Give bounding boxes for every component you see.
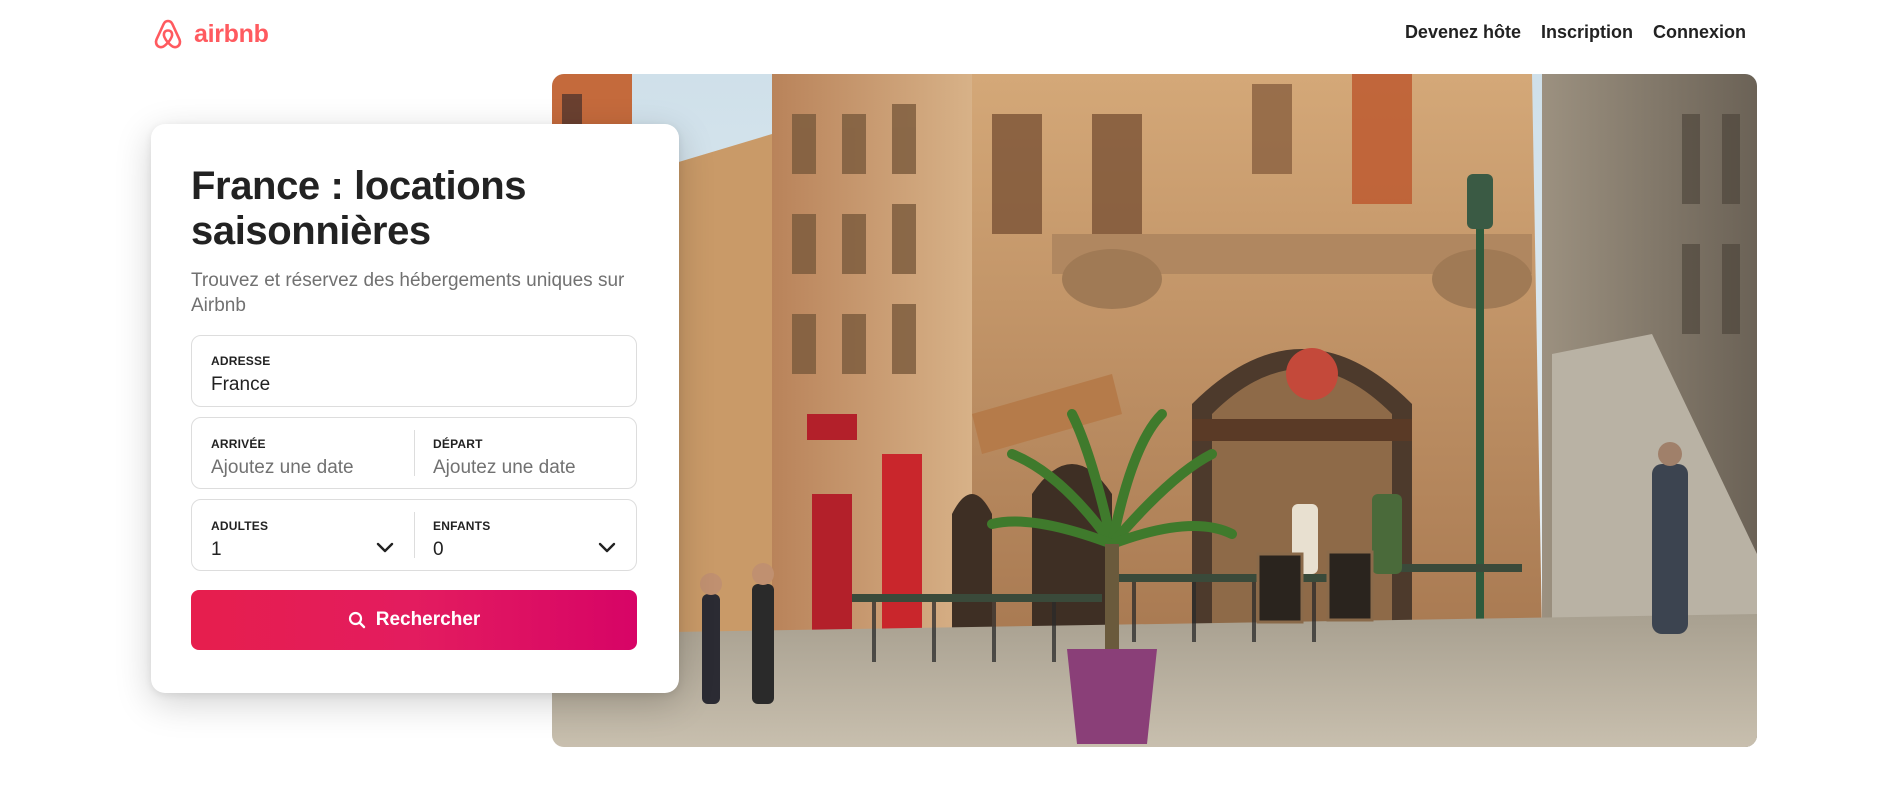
children-select[interactable]: ENFANTS 0 (414, 500, 636, 570)
search-button[interactable]: Rechercher (191, 590, 637, 650)
checkout-input[interactable]: Ajoutez une date (433, 457, 636, 479)
chevron-down-icon (376, 542, 394, 553)
address-label: ADRESSE (211, 354, 271, 368)
site-header: airbnb Devenez hôte Inscription Connexio… (0, 0, 1896, 68)
search-icon (348, 611, 365, 629)
checkout-field[interactable]: DÉPART Ajoutez une date (414, 418, 636, 488)
nav-become-host[interactable]: Devenez hôte (1405, 20, 1521, 45)
airbnb-icon (154, 19, 182, 49)
nav-login[interactable]: Connexion (1653, 20, 1746, 45)
guests-field: ADULTES 1 ENFANTS 0 (191, 499, 637, 571)
hero-photo (552, 74, 1757, 747)
address-input[interactable]: France (211, 374, 636, 396)
checkin-field[interactable]: ARRIVÉE Ajoutez une date (192, 418, 414, 488)
checkout-label: DÉPART (433, 437, 483, 451)
address-subfield[interactable]: ADRESSE France (192, 336, 636, 406)
top-nav: Devenez hôte Inscription Connexion (1405, 20, 1746, 45)
page-title: France : locations saisonnières (191, 164, 527, 253)
hero-image (552, 74, 1757, 747)
chevron-down-icon (598, 542, 616, 553)
checkin-input[interactable]: Ajoutez une date (211, 457, 414, 479)
nav-signup[interactable]: Inscription (1541, 20, 1633, 45)
dates-field: ARRIVÉE Ajoutez une date DÉPART Ajoutez … (191, 417, 637, 489)
search-button-label: Rechercher (375, 609, 481, 630)
airbnb-logo[interactable]: airbnb (152, 14, 269, 54)
children-label: ENFANTS (433, 519, 491, 533)
search-card: France : locations saisonnières Trouvez … (151, 124, 679, 693)
address-field[interactable]: ADRESSE France (191, 335, 637, 407)
brand-wordmark: airbnb (194, 19, 269, 48)
adults-label: ADULTES (211, 519, 269, 533)
page-subtitle: Trouvez et réservez des hébergements uni… (191, 270, 625, 316)
checkin-label: ARRIVÉE (211, 437, 266, 451)
adults-select[interactable]: ADULTES 1 (192, 500, 414, 570)
